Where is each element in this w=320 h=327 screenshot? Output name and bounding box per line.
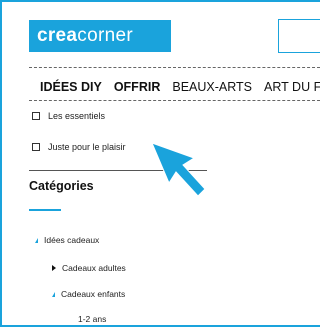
nav-item-beaux-arts[interactable]: BEAUX-ARTS (172, 80, 252, 94)
nav-item-art-du-fil[interactable]: ART DU FIL (264, 80, 320, 94)
tree-item-cadeaux-enfants[interactable]: Cadeaux enfants (52, 289, 125, 299)
tree-item-cadeaux-adultes[interactable]: Cadeaux adultes (52, 263, 126, 273)
checkbox-essentiels[interactable] (32, 112, 40, 120)
main-nav: IDÉES DIY OFFRIR BEAUX-ARTS ART DU FIL (40, 80, 320, 94)
categories-title: Catégories (29, 179, 94, 193)
logo-bold-text: crea (37, 25, 78, 46)
site-logo[interactable]: crea corner (29, 20, 171, 52)
triangle-down-icon[interactable] (52, 291, 55, 297)
filter-essentiels-label: Les essentiels (48, 111, 106, 121)
tree-item-idees-cadeaux[interactable]: Idées cadeaux (35, 235, 99, 245)
tree-item-label: Cadeaux enfants (61, 289, 126, 299)
mouse-cursor-icon (151, 142, 206, 197)
search-input[interactable] (278, 19, 320, 53)
filter-plaisir-label: Juste pour le plaisir (48, 142, 126, 152)
logo-light-text: corner (77, 25, 133, 46)
triangle-down-icon[interactable] (35, 237, 38, 243)
tree-item-label: Cadeaux adultes (62, 263, 126, 273)
filter-essentiels[interactable]: Les essentiels (32, 111, 105, 121)
nav-bottom-divider (29, 100, 320, 101)
nav-item-offrir[interactable]: OFFRIR (114, 80, 161, 94)
nav-item-idees-diy[interactable]: IDÉES DIY (40, 80, 102, 94)
filter-plaisir[interactable]: Juste pour le plaisir (32, 142, 126, 152)
tree-item-label: Idées cadeaux (44, 235, 100, 245)
triangle-right-icon[interactable] (52, 265, 56, 271)
categories-underline (29, 209, 61, 211)
tree-item-label: 1-2 ans (78, 314, 107, 324)
checkbox-plaisir[interactable] (32, 143, 40, 151)
tree-item-1-2-ans[interactable]: 1-2 ans (78, 314, 106, 324)
nav-top-divider (29, 67, 320, 68)
